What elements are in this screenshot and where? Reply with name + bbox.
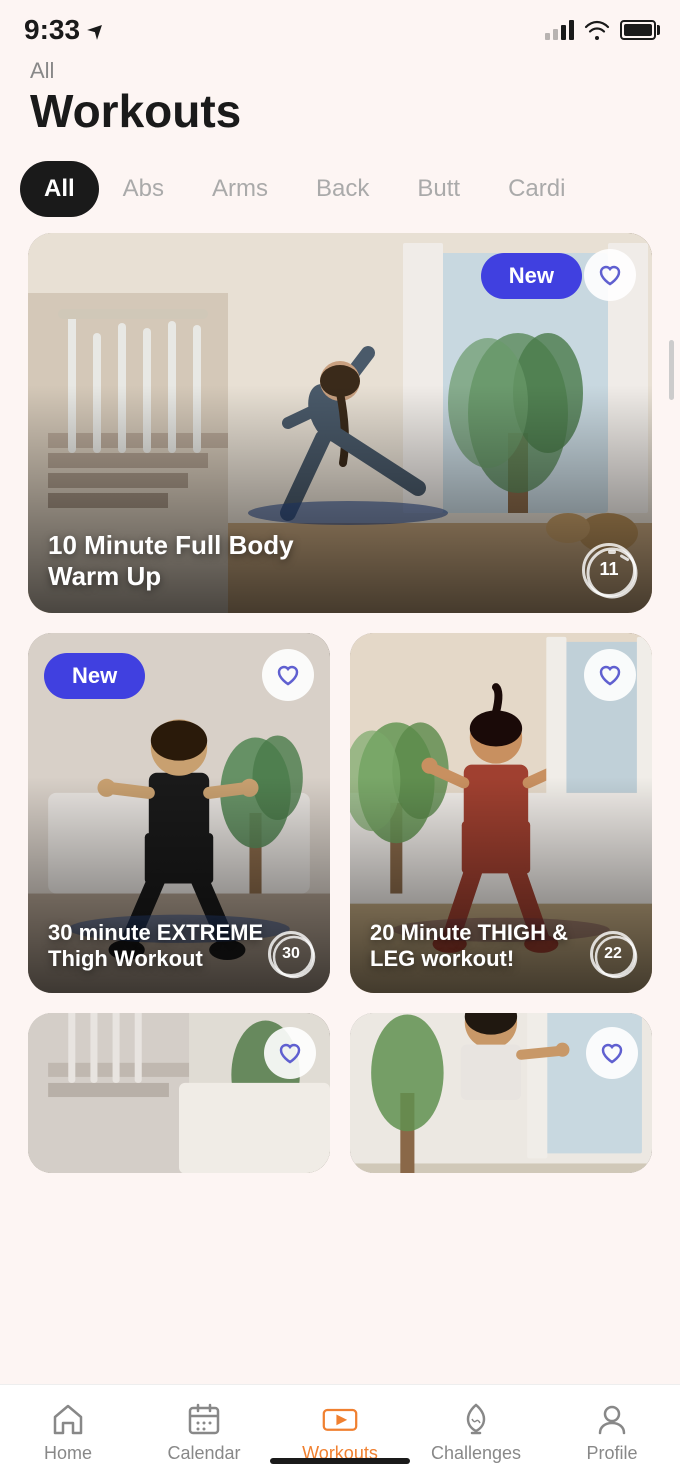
heart-button-5[interactable] <box>586 1027 638 1079</box>
nav-label-home: Home <box>44 1443 92 1464</box>
filter-tabs: All Abs Arms Back Butt Cardi <box>0 153 680 233</box>
heart-button-3[interactable] <box>584 649 636 701</box>
heart-button-1[interactable] <box>584 249 636 301</box>
workout-card-2[interactable]: New 30 minute EXTREME Thigh Workout 30 <box>28 633 330 993</box>
heart-button-4[interactable] <box>264 1027 316 1079</box>
challenges-icon <box>458 1401 494 1437</box>
workouts-icon <box>322 1401 358 1437</box>
wifi-icon <box>584 20 610 40</box>
workout-card-3[interactable]: 20 Minute THIGH & LEG workout! 22 <box>350 633 652 993</box>
filter-tab-arms[interactable]: Arms <box>188 161 292 217</box>
navigation-icon <box>86 19 108 41</box>
calendar-icon <box>186 1401 222 1437</box>
workout-card-1[interactable]: New 10 Minute Full BodyWarm Up 11 <box>28 233 652 613</box>
heart-button-2[interactable] <box>262 649 314 701</box>
battery-icon <box>620 20 656 40</box>
content-area: New 10 Minute Full BodyWarm Up 11 <box>0 233 680 1313</box>
nav-item-workouts[interactable]: Workouts <box>290 1401 390 1464</box>
card-title-3: 20 Minute THIGH & LEG workout! <box>370 920 592 973</box>
nav-label-profile: Profile <box>586 1443 637 1464</box>
profile-icon <box>594 1401 630 1437</box>
nav-item-profile[interactable]: Profile <box>562 1401 662 1464</box>
filter-tab-butt[interactable]: Butt <box>393 161 484 217</box>
filter-tab-all[interactable]: All <box>20 161 99 217</box>
card-title-1: 10 Minute Full BodyWarm Up <box>48 530 592 592</box>
badge-new-2: New <box>44 653 145 699</box>
nav-item-challenges[interactable]: Challenges <box>426 1401 526 1464</box>
nav-item-calendar[interactable]: Calendar <box>154 1401 254 1464</box>
card-title-2: 30 minute EXTREME Thigh Workout <box>48 920 270 973</box>
workout-row-1: New 30 minute EXTREME Thigh Workout 30 <box>28 633 652 993</box>
timer-badge-1: 11 <box>582 543 636 597</box>
workout-card-5[interactable] <box>350 1013 652 1173</box>
filter-tab-abs[interactable]: Abs <box>99 161 188 217</box>
filter-tab-cardio[interactable]: Cardi <box>484 161 589 217</box>
breadcrumb: All <box>30 58 650 84</box>
header: All Workouts <box>0 54 680 153</box>
nav-label-challenges: Challenges <box>431 1443 521 1464</box>
workout-row-2 <box>28 1013 652 1173</box>
badge-new-1: New <box>481 253 582 299</box>
workout-card-4[interactable] <box>28 1013 330 1173</box>
scroll-indicator[interactable] <box>669 340 674 400</box>
status-icons <box>545 20 656 40</box>
timer-badge-3: 22 <box>590 931 636 977</box>
filter-tab-back[interactable]: Back <box>292 161 393 217</box>
nav-item-home[interactable]: Home <box>18 1401 118 1464</box>
page-title: Workouts <box>30 86 650 137</box>
timer-badge-2: 30 <box>268 931 314 977</box>
status-time: 9:33 <box>24 14 108 46</box>
status-bar: 9:33 <box>0 0 680 54</box>
home-icon <box>50 1401 86 1437</box>
home-indicator <box>270 1458 410 1464</box>
nav-label-calendar: Calendar <box>167 1443 240 1464</box>
signal-icon <box>545 20 574 40</box>
